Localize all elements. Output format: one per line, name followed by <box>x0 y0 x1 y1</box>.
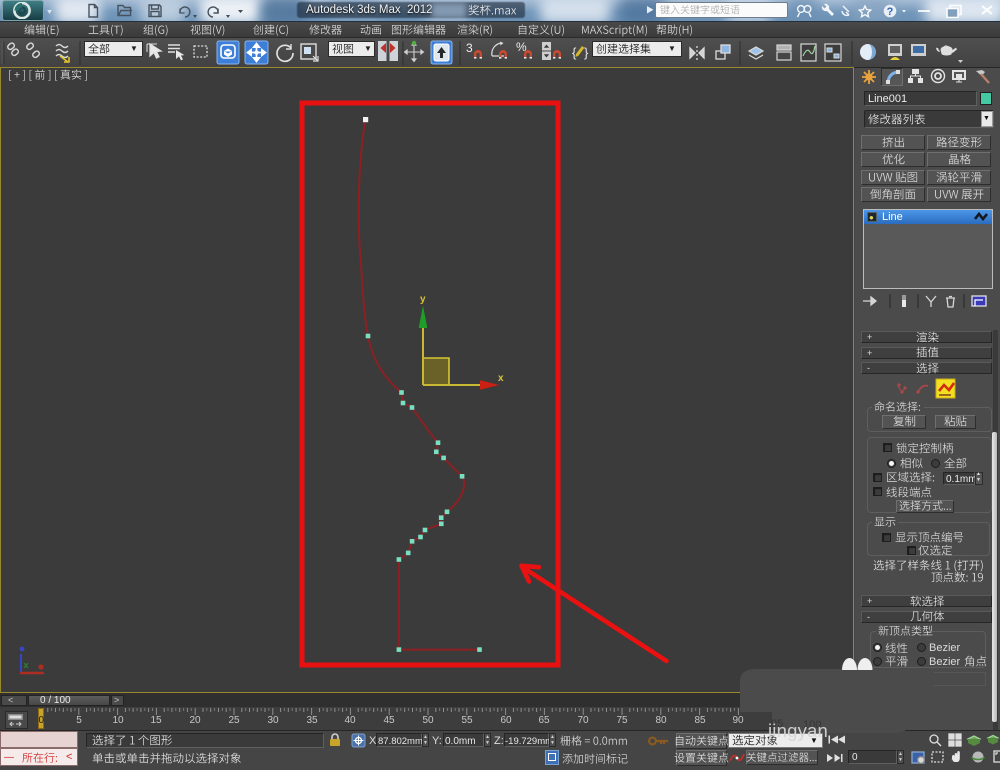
svg-text:?: ? <box>887 6 894 18</box>
svg-text:y: y <box>420 294 426 305</box>
svg-text:x: x <box>498 373 504 384</box>
